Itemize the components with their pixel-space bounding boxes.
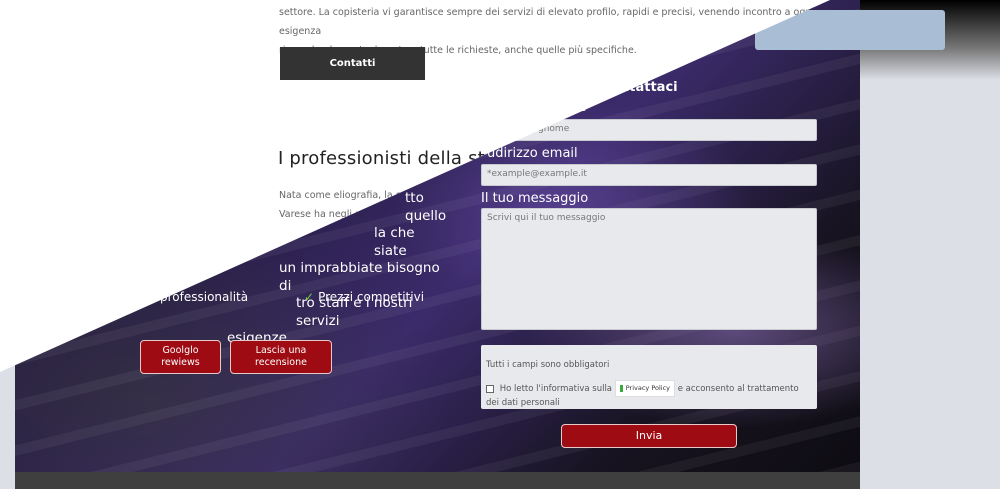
privacy-policy-link[interactable]: Privacy Policy (614, 380, 676, 397)
feature-prezzi: ✓ Prezzi competitivi (304, 290, 425, 304)
message-label: Il tuo messaggio (481, 191, 589, 206)
contatti-button[interactable]: Contatti (280, 47, 425, 80)
message-field[interactable]: Scrivi qui il tuo messaggio (481, 208, 817, 330)
email-field[interactable]: *example@example.it (481, 164, 817, 186)
section-title: I professionisti della st (278, 148, 485, 169)
consent-text-before: Ho letto l'informativa sulla (499, 384, 613, 394)
consent-text-after: e acconsento al trattamento (677, 384, 799, 394)
consent-text-line2: dei dati personali (486, 398, 560, 408)
consent-box: Tutti i campi sono obbligatori Ho letto … (481, 345, 817, 409)
leave-review-button[interactable]: Lascia una recensione (230, 340, 332, 374)
email-label: udirizzo email (487, 146, 578, 161)
consent-checkbox[interactable] (486, 384, 494, 393)
shield-icon (619, 384, 623, 392)
submit-button[interactable]: Invia (561, 424, 737, 448)
check-icon: ✓ (304, 290, 315, 304)
google-reviews-button[interactable]: Goolglo rewiews (140, 340, 221, 374)
required-note: Tutti i campi sono obbligatori (486, 360, 610, 370)
footer-bar (15, 472, 860, 489)
